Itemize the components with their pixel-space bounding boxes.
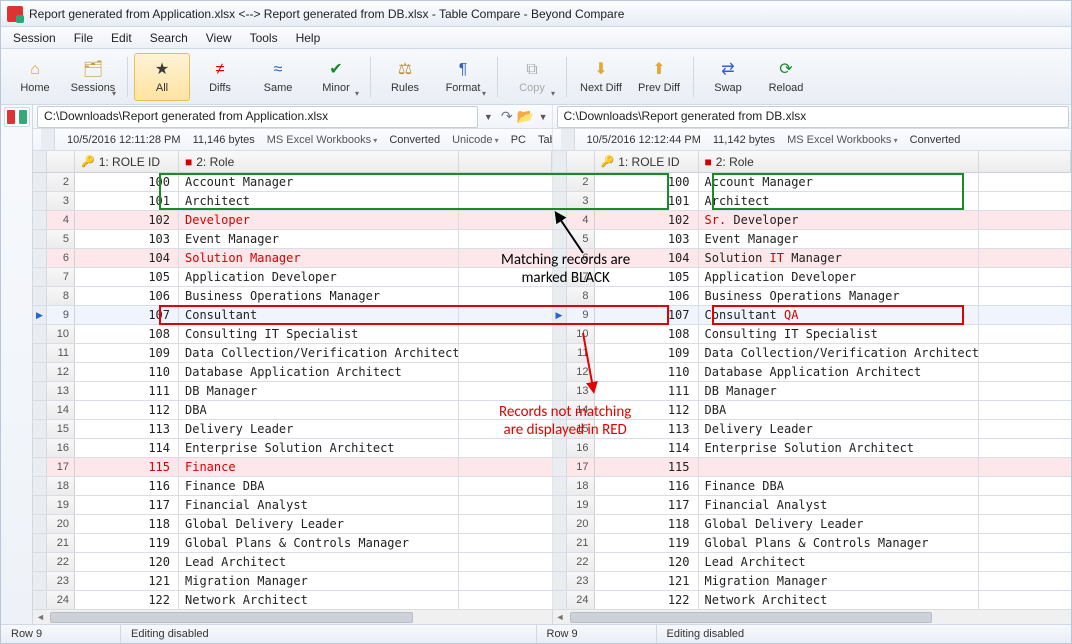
right-path-input[interactable]: C:\Downloads\Report generated from DB.xl… <box>557 106 1070 128</box>
home-button[interactable]: ⌂Home <box>7 53 63 101</box>
format-button[interactable]: ¶Format <box>435 53 491 101</box>
toolbar: ⌂Home 🗂Sessions ★All ≠Diffs ≈Same ✔Minor… <box>1 49 1071 105</box>
right-date: 10/5/2016 12:12:44 PM <box>587 134 701 146</box>
star-icon: ★ <box>155 60 169 80</box>
table-row[interactable]: 5103Event Manager5103Event Manager <box>33 230 1071 249</box>
left-path-input[interactable]: C:\Downloads\Report generated from Appli… <box>37 106 478 128</box>
rules-icon: ⚖ <box>398 60 412 80</box>
window-title: Report generated from Application.xlsx <… <box>29 7 624 21</box>
right-horizontal-scrollbar[interactable]: ◄ <box>553 609 1072 624</box>
right-meta-bar: 10/5/2016 12:12:44 PM 11,142 bytes MS Ex… <box>553 129 1072 150</box>
diffs-icon: ≠ <box>216 60 225 80</box>
menu-file[interactable]: File <box>66 29 101 47</box>
right-roleid-header[interactable]: 🔑1: ROLE ID <box>595 151 699 172</box>
table-row[interactable]: 23121Migration Manager23121Migration Man… <box>33 572 1071 591</box>
table-row[interactable]: 12110Database Application Architect12110… <box>33 363 1071 382</box>
next-diff-icon: ⬇ <box>594 60 607 80</box>
table-row[interactable]: 4102Developer4102Sr. Developer <box>33 211 1071 230</box>
table-row[interactable]: 21119Global Plans & Controls Manager2111… <box>33 534 1071 553</box>
left-lineend: PC <box>511 134 526 146</box>
menu-help[interactable]: Help <box>288 29 329 47</box>
app-icon <box>7 6 23 22</box>
table-row[interactable]: 13111DB Manager13111DB Manager <box>33 382 1071 401</box>
table-row[interactable]: 6104Solution Manager6104Solution IT Mana… <box>33 249 1071 268</box>
filter-same-button[interactable]: ≈Same <box>250 53 306 101</box>
left-meta-bar: 10/5/2016 12:11:28 PM 11,146 bytes MS Ex… <box>33 129 553 150</box>
table-row[interactable]: 7105Application Developer7105Application… <box>33 268 1071 287</box>
right-format[interactable]: MS Excel Workbooks <box>787 134 898 146</box>
format-icon: ¶ <box>459 60 468 80</box>
table-row[interactable]: 20118Global Delivery Leader20118Global D… <box>33 515 1071 534</box>
table-row[interactable]: 15113Delivery Leader15113Delivery Leader <box>33 420 1071 439</box>
copy-icon: ⧉ <box>526 60 537 80</box>
left-folder-dropdown[interactable]: ▼ <box>539 112 548 122</box>
table-row[interactable]: 18116Finance DBA18116Finance DBA <box>33 477 1071 496</box>
table-row[interactable]: 24122Network Architect24122Network Archi… <box>33 591 1071 609</box>
filter-diffs-button[interactable]: ≠Diffs <box>192 53 248 101</box>
reload-icon: ⟳ <box>779 60 792 80</box>
table-row[interactable]: 19117Financial Analyst19117Financial Ana… <box>33 496 1071 515</box>
window-titlebar: Report generated from Application.xlsx <… <box>1 1 1071 27</box>
table-row[interactable]: 10108Consulting IT Specialist10108Consul… <box>33 325 1071 344</box>
reload-button[interactable]: ⟳Reload <box>758 53 814 101</box>
table-row[interactable]: 3101Architect3101Architect <box>33 192 1071 211</box>
compare-grid[interactable]: Matching records aremarked BLACK Records… <box>33 173 1071 609</box>
key-icon: 🔑 <box>81 155 95 168</box>
table-row[interactable]: 8106Business Operations Manager8106Busin… <box>33 287 1071 306</box>
status-edit-right: Editing disabled <box>657 625 1072 643</box>
filter-minor-button[interactable]: ✔Minor <box>308 53 364 101</box>
left-tab: Tab <box>538 134 553 146</box>
table-row[interactable]: 16114Enterprise Solution Architect16114E… <box>33 439 1071 458</box>
left-open-folder-icon[interactable]: 📂 <box>517 108 535 126</box>
left-format[interactable]: MS Excel Workbooks <box>267 134 378 146</box>
status-row-left: Row 9 <box>1 625 121 643</box>
left-horizontal-scrollbar[interactable]: ◄ <box>33 609 553 624</box>
menu-bar: SessionFileEditSearchViewToolsHelp <box>1 27 1071 49</box>
home-icon: ⌂ <box>30 60 40 80</box>
table-row[interactable]: 17115Finance17115 <box>33 458 1071 477</box>
table-row[interactable]: ▶9107Consultant▶9107Consultant QA <box>33 306 1071 325</box>
left-date: 10/5/2016 12:11:28 PM <box>67 134 181 146</box>
right-size: 11,142 bytes <box>713 134 775 146</box>
right-role-header[interactable]: ■2: Role <box>699 151 979 172</box>
prev-diff-icon: ⬆ <box>652 60 665 80</box>
copy-button[interactable]: ⧉Copy <box>504 53 560 101</box>
menu-edit[interactable]: Edit <box>103 29 140 47</box>
table-row[interactable]: 2100Account Manager2100Account Manager <box>33 173 1071 192</box>
menu-tools[interactable]: Tools <box>242 29 286 47</box>
swap-button[interactable]: ⇄Swap <box>700 53 756 101</box>
left-size: 11,146 bytes <box>193 134 255 146</box>
rules-button[interactable]: ⚖Rules <box>377 53 433 101</box>
swap-icon: ⇄ <box>721 60 734 80</box>
minor-icon: ✔ <box>329 60 342 80</box>
menu-session[interactable]: Session <box>5 29 64 47</box>
thumbnail-strip[interactable] <box>1 105 33 624</box>
right-converted: Converted <box>910 134 961 146</box>
table-row[interactable]: 14112DBA14112DBA <box>33 401 1071 420</box>
left-path-dropdown[interactable]: ▼ <box>484 112 493 122</box>
sessions-button[interactable]: 🗂Sessions <box>65 53 121 101</box>
key-icon: 🔑 <box>601 155 615 168</box>
right-rownum-header[interactable] <box>567 151 595 172</box>
same-icon: ≈ <box>274 60 283 80</box>
prev-diff-button[interactable]: ⬆Prev Diff <box>631 53 687 101</box>
left-converted: Converted <box>389 134 440 146</box>
table-row[interactable]: 22120Lead Architect22120Lead Architect <box>33 553 1071 572</box>
left-roleid-header[interactable]: 🔑1: ROLE ID <box>75 151 179 172</box>
filter-all-button[interactable]: ★All <box>134 53 190 101</box>
left-rownum-header[interactable] <box>47 151 75 172</box>
status-edit-left: Editing disabled <box>121 625 537 643</box>
left-history-icon[interactable]: ↷ <box>497 108 517 125</box>
pane-layout-icon <box>4 107 30 127</box>
left-role-header[interactable]: ■2: Role <box>179 151 459 172</box>
status-bar: Row 9 Editing disabled Row 9 Editing dis… <box>1 624 1071 643</box>
menu-search[interactable]: Search <box>142 29 196 47</box>
left-encoding[interactable]: Unicode <box>452 134 499 146</box>
status-row-right: Row 9 <box>537 625 657 643</box>
menu-view[interactable]: View <box>198 29 240 47</box>
table-row[interactable]: 11109Data Collection/Verification Archit… <box>33 344 1071 363</box>
next-diff-button[interactable]: ⬇Next Diff <box>573 53 629 101</box>
sessions-icon: 🗂 <box>83 60 103 80</box>
